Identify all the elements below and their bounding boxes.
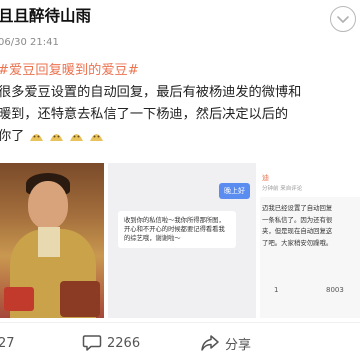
chevron-down-icon	[337, 16, 349, 23]
repost-count[interactable]: 27	[0, 333, 15, 353]
share-label: 分享	[225, 337, 252, 353]
post-line: 暖到，还特意去私信了一下杨迪，然后决定以后的	[0, 107, 289, 122]
screenshot-header: 迪 分钟前 来自评论	[260, 163, 360, 197]
chat-bubble-right: 晚上好	[219, 183, 250, 199]
smile-emoji-icon	[29, 128, 44, 142]
share-button[interactable]: 分享	[200, 333, 251, 353]
post-line: 你了	[0, 129, 25, 144]
post-line: 很多爱豆设置的自动回复，最后有被杨迪发的微博和	[0, 85, 302, 100]
smile-emoji-icon	[69, 128, 84, 142]
screenshot-line: 一条私信了。因为还有很	[262, 215, 333, 224]
screenshot-line: 迈我已经设置了自动回复	[262, 204, 333, 212]
smile-emoji-icon	[89, 128, 104, 142]
chat-bubble-left: 收到你的私信啦～我你所得那所图，开心和不开心的时候都要记得看看我的综艺哦，谢谢啦…	[118, 211, 236, 248]
smile-emoji-icon	[49, 128, 64, 142]
image-grid: 晚上好 收到你的私信啦～我你所得那所图，开心和不开心的时候都要记得看看我的综艺哦…	[0, 163, 360, 318]
weibo-screenshot-thumbnail[interactable]: 迪 分钟前 来自评论 迈我已经设置了自动回复 一条私信了。因为还有很 夹，但是现…	[260, 163, 360, 318]
chat-screenshot-thumbnail[interactable]: 晚上好 收到你的私信啦～我你所得那所图，开心和不开心的时候都要记得看看我的综艺哦…	[108, 163, 256, 318]
comment-icon	[82, 335, 102, 351]
comment-button[interactable]: 2266	[82, 333, 140, 353]
post-text: #爱豆回复暖到的爱豆# 很多爱豆设置的自动回复，最后有被杨迪发的微博和 暖到，还…	[0, 60, 360, 148]
comment-count: 2266	[107, 335, 141, 351]
author-name[interactable]: 且且醉待山雨	[0, 4, 91, 26]
repost-count-label: 27	[0, 335, 15, 351]
screenshot-body: 迈我已经设置了自动回复 一条私信了。因为还有很 夹，但是现在自动回复这 了吧。大…	[262, 203, 358, 249]
screenshot-stats: 1 8003	[260, 283, 360, 303]
photo-thumbnail[interactable]	[0, 163, 104, 318]
screenshot-stat: 1	[274, 286, 279, 294]
more-button[interactable]	[330, 6, 356, 32]
hashtag-link[interactable]: #爱豆回复暖到的爱豆#	[0, 63, 139, 78]
action-bar: 27 2266 分享	[0, 322, 360, 361]
screenshot-subtitle: 分钟前 来自评论	[262, 186, 303, 192]
screenshot-line: 夹，但是现在自动回复这	[262, 227, 333, 235]
screenshot-stat: 8003	[326, 286, 344, 294]
post-timestamp: 06/30 21:41	[0, 37, 59, 48]
screenshot-user: 迪	[262, 174, 269, 182]
share-icon	[201, 335, 219, 351]
post-header: 且且醉待山雨 06/30 21:41	[0, 0, 360, 58]
screenshot-line: 了吧。大家稍安勿躁哦。	[262, 238, 333, 247]
